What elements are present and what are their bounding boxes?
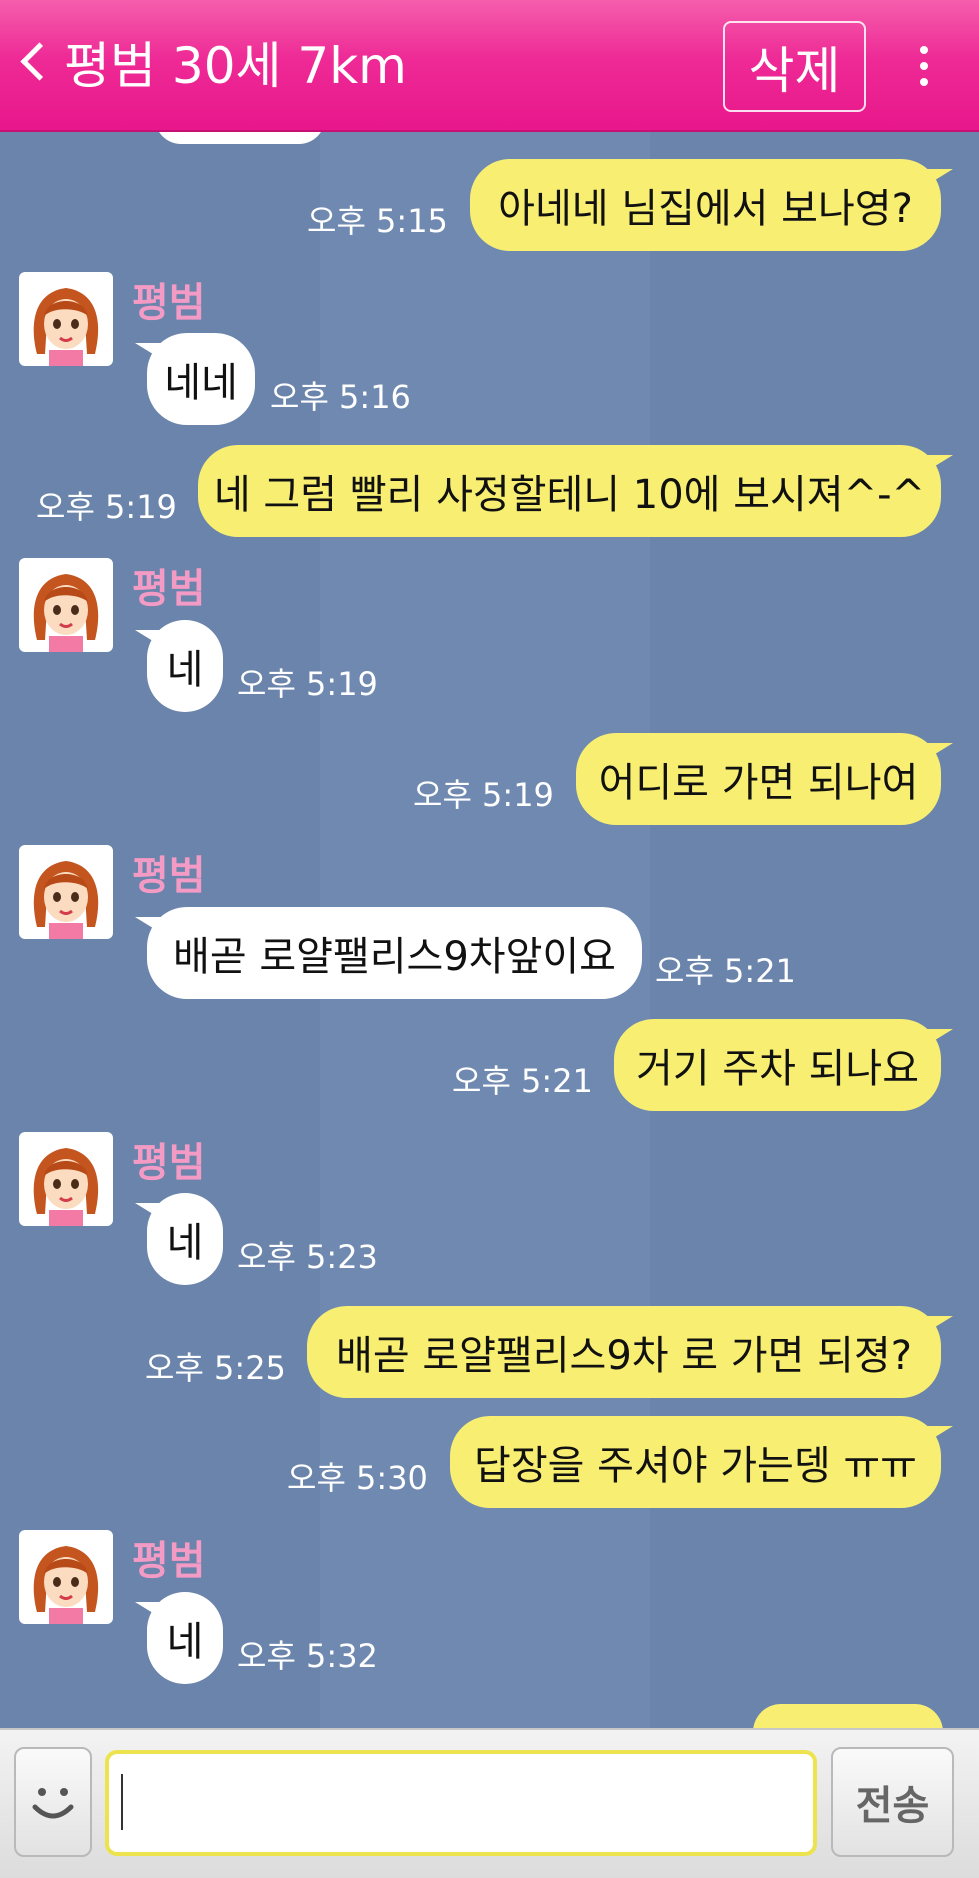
- my-message-bubble: 배곧 로얄팰리스9차 로 가면 되졍?: [307, 1306, 953, 1398]
- my-message-bubble: 답장을 주셔야 가는뎅 ㅠㅠ: [450, 1416, 953, 1508]
- text-cursor: [121, 1774, 123, 1830]
- chevron-left-icon[interactable]: [20, 42, 59, 81]
- message-time: 오후 5:19: [36, 488, 177, 526]
- sender-name: 평범: [132, 280, 206, 326]
- my-message-bubble: 네 그럼 빨리 사정할테니 10에 보시져^-^: [198, 445, 953, 537]
- sender-name: 평범: [132, 1538, 206, 1584]
- emoji-button[interactable]: [14, 1747, 92, 1857]
- their-message-bubble: 네: [135, 1592, 223, 1684]
- more-vertical-icon[interactable]: [914, 46, 934, 86]
- their-message-bubble: 네: [135, 620, 223, 712]
- their-message-bubble: 네네: [135, 333, 255, 425]
- message-input[interactable]: [105, 1750, 817, 1856]
- message-time: 오후 5:23: [237, 1238, 378, 1276]
- message-time: 오후 5:30: [287, 1459, 428, 1497]
- chat-title: 평범 30세 7km: [64, 37, 407, 95]
- message-time: 오후 5:19: [237, 665, 378, 703]
- delete-button[interactable]: 삭제: [723, 21, 866, 112]
- smiley-icon: [32, 1788, 74, 1819]
- girl-avatar-icon[interactable]: [19, 845, 113, 939]
- message-input-bar: 전송: [0, 1728, 979, 1878]
- girl-avatar-icon[interactable]: [19, 558, 113, 652]
- my-message-bubble: 거기 주차 되나요: [614, 1019, 953, 1111]
- message-time: 오후 5:21: [655, 952, 796, 990]
- their-message-bubble: 네: [135, 1193, 223, 1285]
- my-message-bubble: 아네네 님집에서 보나영?: [470, 159, 953, 251]
- send-button[interactable]: 전송: [831, 1747, 954, 1857]
- girl-avatar-icon[interactable]: [19, 272, 113, 366]
- message-list[interactable]: 오후 5:15 아네네 님집에서 보나영? 평범 네네 오후 5:16 오후 5…: [0, 132, 979, 1728]
- partial-message-bubble: [155, 132, 325, 144]
- message-time: 오후 5:32: [237, 1637, 378, 1675]
- sender-name: 평범: [132, 566, 206, 612]
- message-time: 오후 5:16: [270, 378, 411, 416]
- my-message-bubble: 어디로 가면 되나여: [576, 733, 953, 825]
- girl-avatar-icon[interactable]: [19, 1132, 113, 1226]
- their-message-bubble: 배곧 로얄팰리스9차앞이요: [135, 907, 642, 999]
- partial-message-bubble: [753, 1704, 943, 1728]
- message-time: 오후 5:19: [413, 776, 554, 814]
- message-time: 오후 5:21: [452, 1062, 593, 1100]
- chat-header: 평범 30세 7km 삭제: [0, 0, 979, 132]
- sender-name: 평범: [132, 853, 206, 899]
- sender-name: 평범: [132, 1140, 206, 1186]
- message-time: 오후 5:25: [145, 1349, 286, 1387]
- girl-avatar-icon[interactable]: [19, 1530, 113, 1624]
- message-time: 오후 5:15: [307, 202, 448, 240]
